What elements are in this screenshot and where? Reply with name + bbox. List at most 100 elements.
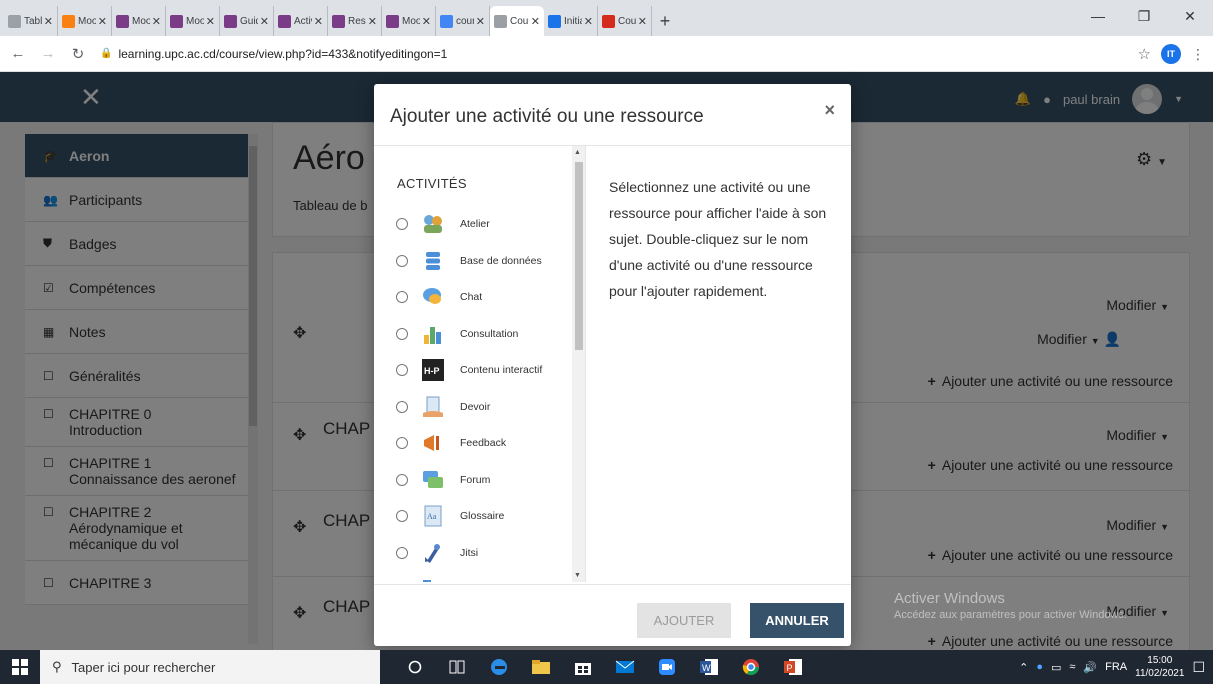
tab-favicon-icon <box>440 14 453 28</box>
browser-tab[interactable]: Cours✕ <box>490 6 544 36</box>
language-indicator[interactable]: FRA <box>1105 661 1127 673</box>
search-placeholder: Taper ici pour rechercher <box>71 659 216 675</box>
minimize-button[interactable]: — <box>1075 0 1121 32</box>
activity-option[interactable]: Consultation <box>374 316 570 353</box>
svg-text:H-P: H-P <box>424 366 440 376</box>
tab-close-icon[interactable]: ✕ <box>422 15 431 28</box>
browser-tab[interactable]: cours✕ <box>436 6 490 36</box>
activity-option[interactable]: Chat <box>374 279 570 316</box>
dialog-title: Ajouter une activité ou une ressource <box>390 106 704 127</box>
options-scrollbar[interactable]: ▲ ▼ <box>572 146 585 582</box>
tab-close-icon[interactable]: ✕ <box>638 15 647 28</box>
word-icon[interactable]: W <box>688 650 730 684</box>
activity-option[interactable]: Devoir <box>374 389 570 426</box>
activities-heading: ACTIVITÉS <box>397 176 467 191</box>
radio-button[interactable] <box>396 546 408 559</box>
cortana-icon[interactable] <box>394 650 436 684</box>
radio-button[interactable] <box>396 254 408 267</box>
tab-title: Cours <box>618 15 636 27</box>
activity-label: Base de données <box>460 254 542 267</box>
browser-tab[interactable]: Initiat✕ <box>544 6 598 36</box>
activity-option[interactable]: Leçon <box>374 571 570 582</box>
radio-button[interactable] <box>396 218 408 231</box>
radio-button[interactable] <box>396 327 408 340</box>
task-view-icon[interactable] <box>436 650 478 684</box>
activity-option[interactable]: H-P Contenu interactif <box>374 352 570 389</box>
windows-start-icon[interactable] <box>0 650 40 684</box>
profile-avatar[interactable]: IT <box>1161 44 1181 64</box>
tab-favicon-icon <box>548 14 561 28</box>
browser-tab[interactable]: Table✕ <box>4 6 58 36</box>
tab-close-icon[interactable]: ✕ <box>314 15 323 28</box>
activity-option[interactable]: Aa Glossaire <box>374 498 570 535</box>
radio-button[interactable] <box>396 510 408 523</box>
radio-button[interactable] <box>396 400 408 413</box>
tab-close-icon[interactable]: ✕ <box>98 15 107 28</box>
taskbar-search[interactable]: ⚲ Taper ici pour rechercher <box>40 650 380 684</box>
tab-close-icon[interactable]: ✕ <box>368 15 377 28</box>
browser-tab[interactable]: Mooc✕ <box>166 6 220 36</box>
store-icon[interactable] <box>562 650 604 684</box>
new-tab-button[interactable]: + <box>652 6 678 36</box>
activity-option[interactable]: Atelier <box>374 206 570 243</box>
tab-close-icon[interactable]: ✕ <box>584 15 593 28</box>
meet-now-icon[interactable]: ● <box>1036 661 1043 673</box>
browser-tab[interactable]: Mooc✕ <box>112 6 166 36</box>
activity-option[interactable]: Jitsi <box>374 535 570 572</box>
restore-button[interactable]: ❐ <box>1121 0 1167 32</box>
zoom-icon[interactable] <box>646 650 688 684</box>
browser-menu-icon[interactable]: ⋮ <box>1191 46 1205 63</box>
url-field[interactable]: 🔒 learning.upc.ac.cd/course/view.php?id=… <box>100 47 447 61</box>
activity-options-panel: ACTIVITÉS Atelier Base de données Chat Cons… <box>374 146 586 582</box>
browser-tab[interactable]: Guide✕ <box>220 6 274 36</box>
tab-close-icon[interactable]: ✕ <box>476 15 485 28</box>
browser-tab[interactable]: Mooc✕ <box>58 6 112 36</box>
tab-close-icon[interactable]: ✕ <box>44 15 53 28</box>
svg-text:Aa: Aa <box>427 512 437 521</box>
reload-icon[interactable]: ↻ <box>66 45 90 63</box>
radio-button[interactable] <box>396 473 408 486</box>
tab-favicon-icon <box>8 14 21 28</box>
radio-button[interactable] <box>396 437 408 450</box>
browser-tab-strip: Table✕Mooc✕Mooc✕Mooc✕Guide✕Activi✕Resso✕… <box>0 0 1213 36</box>
tab-title: Mooc <box>78 15 96 27</box>
browser-tab[interactable]: Resso✕ <box>328 6 382 36</box>
tray-expand-icon[interactable]: ⌃ <box>1019 661 1028 674</box>
volume-icon[interactable]: 🔊 <box>1083 661 1097 674</box>
chrome-icon[interactable] <box>730 650 772 684</box>
activity-label: Forum <box>460 473 491 486</box>
chat-icon <box>422 286 444 308</box>
powerpoint-icon[interactable]: P <box>772 650 814 684</box>
battery-icon[interactable]: ▭ <box>1051 661 1061 674</box>
tab-title: Cours <box>510 15 529 27</box>
back-icon[interactable]: ← <box>6 45 30 62</box>
mail-icon[interactable] <box>604 650 646 684</box>
browser-tab[interactable]: Activi✕ <box>274 6 328 36</box>
tab-title: Mooc <box>402 15 420 27</box>
tab-close-icon[interactable]: ✕ <box>206 15 215 28</box>
radio-button[interactable] <box>396 364 408 377</box>
radio-button[interactable] <box>396 291 408 304</box>
tab-favicon-icon <box>332 14 345 28</box>
cancel-button[interactable]: ANNULER <box>750 603 844 638</box>
tab-close-icon[interactable]: ✕ <box>260 15 269 28</box>
browser-tab[interactable]: Cours✕ <box>598 6 652 36</box>
browser-tab[interactable]: Mooc✕ <box>382 6 436 36</box>
tab-favicon-icon <box>224 14 237 28</box>
close-window-button[interactable]: ✕ <box>1167 0 1213 32</box>
clock[interactable]: 15:00 11/02/2021 <box>1135 654 1184 680</box>
activity-option[interactable]: Forum <box>374 462 570 499</box>
notifications-icon[interactable]: ☐ <box>1192 659 1205 676</box>
file-explorer-icon[interactable] <box>520 650 562 684</box>
forward-icon[interactable]: → <box>36 45 60 62</box>
wifi-icon[interactable]: ≈ <box>1069 661 1075 673</box>
add-button[interactable]: AJOUTER <box>637 603 731 638</box>
edge-icon[interactable] <box>478 650 520 684</box>
activity-option[interactable]: Feedback <box>374 425 570 462</box>
bookmark-star-icon[interactable]: ☆ <box>1138 45 1151 63</box>
activity-option[interactable]: Base de données <box>374 243 570 280</box>
search-icon: ⚲ <box>52 659 62 674</box>
tab-close-icon[interactable]: ✕ <box>152 15 161 28</box>
tab-close-icon[interactable]: ✕ <box>531 15 540 28</box>
close-icon[interactable]: × <box>824 100 835 121</box>
